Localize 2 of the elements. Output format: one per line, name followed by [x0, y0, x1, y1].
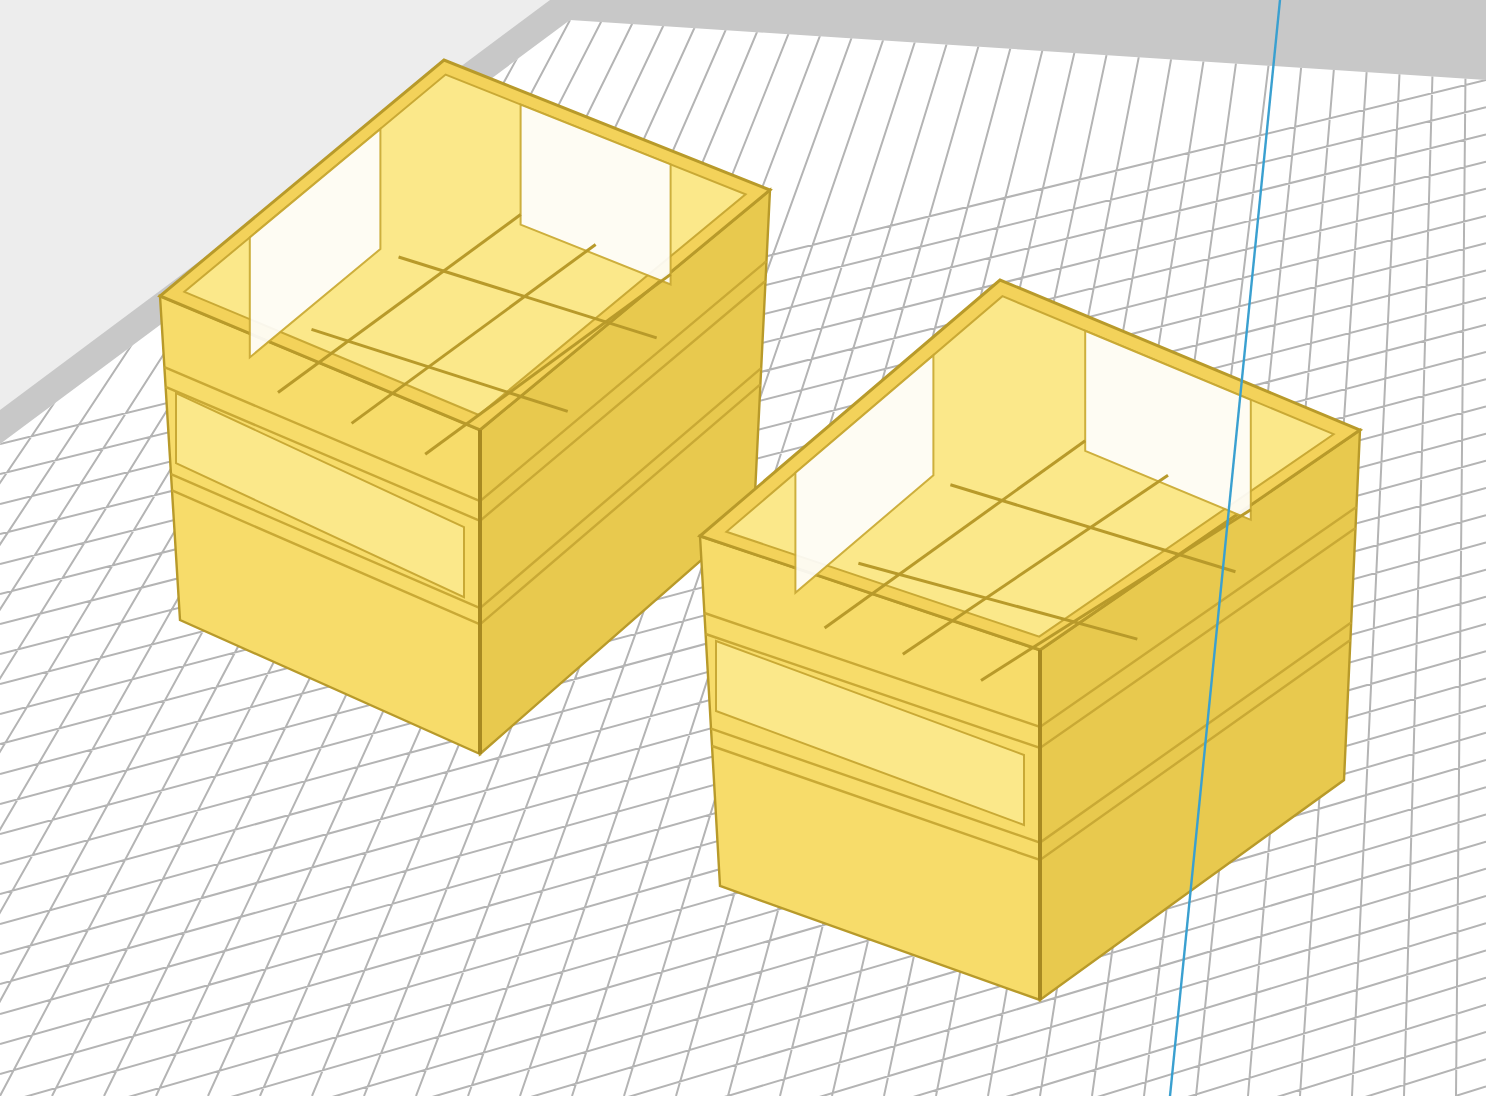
- crate-drawing[interactable]: [157, 58, 773, 757]
- crate-drawing[interactable]: [697, 278, 1364, 1003]
